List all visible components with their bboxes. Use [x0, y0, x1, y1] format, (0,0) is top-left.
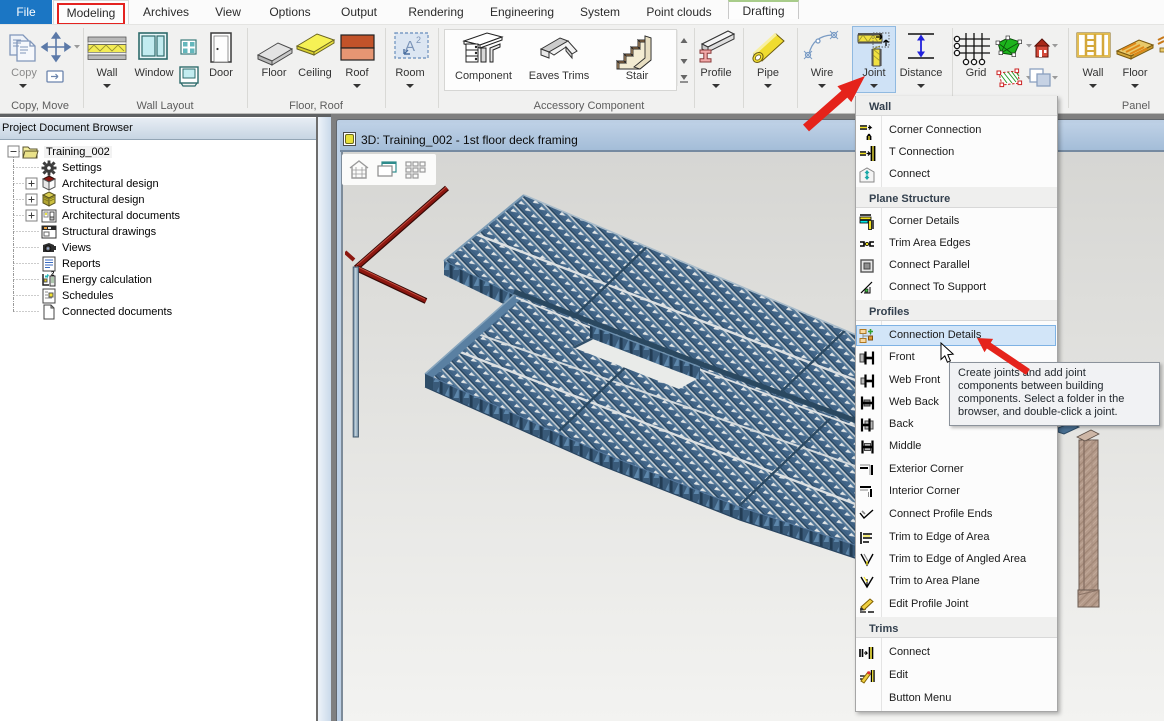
- svg-text:2: 2: [416, 35, 421, 45]
